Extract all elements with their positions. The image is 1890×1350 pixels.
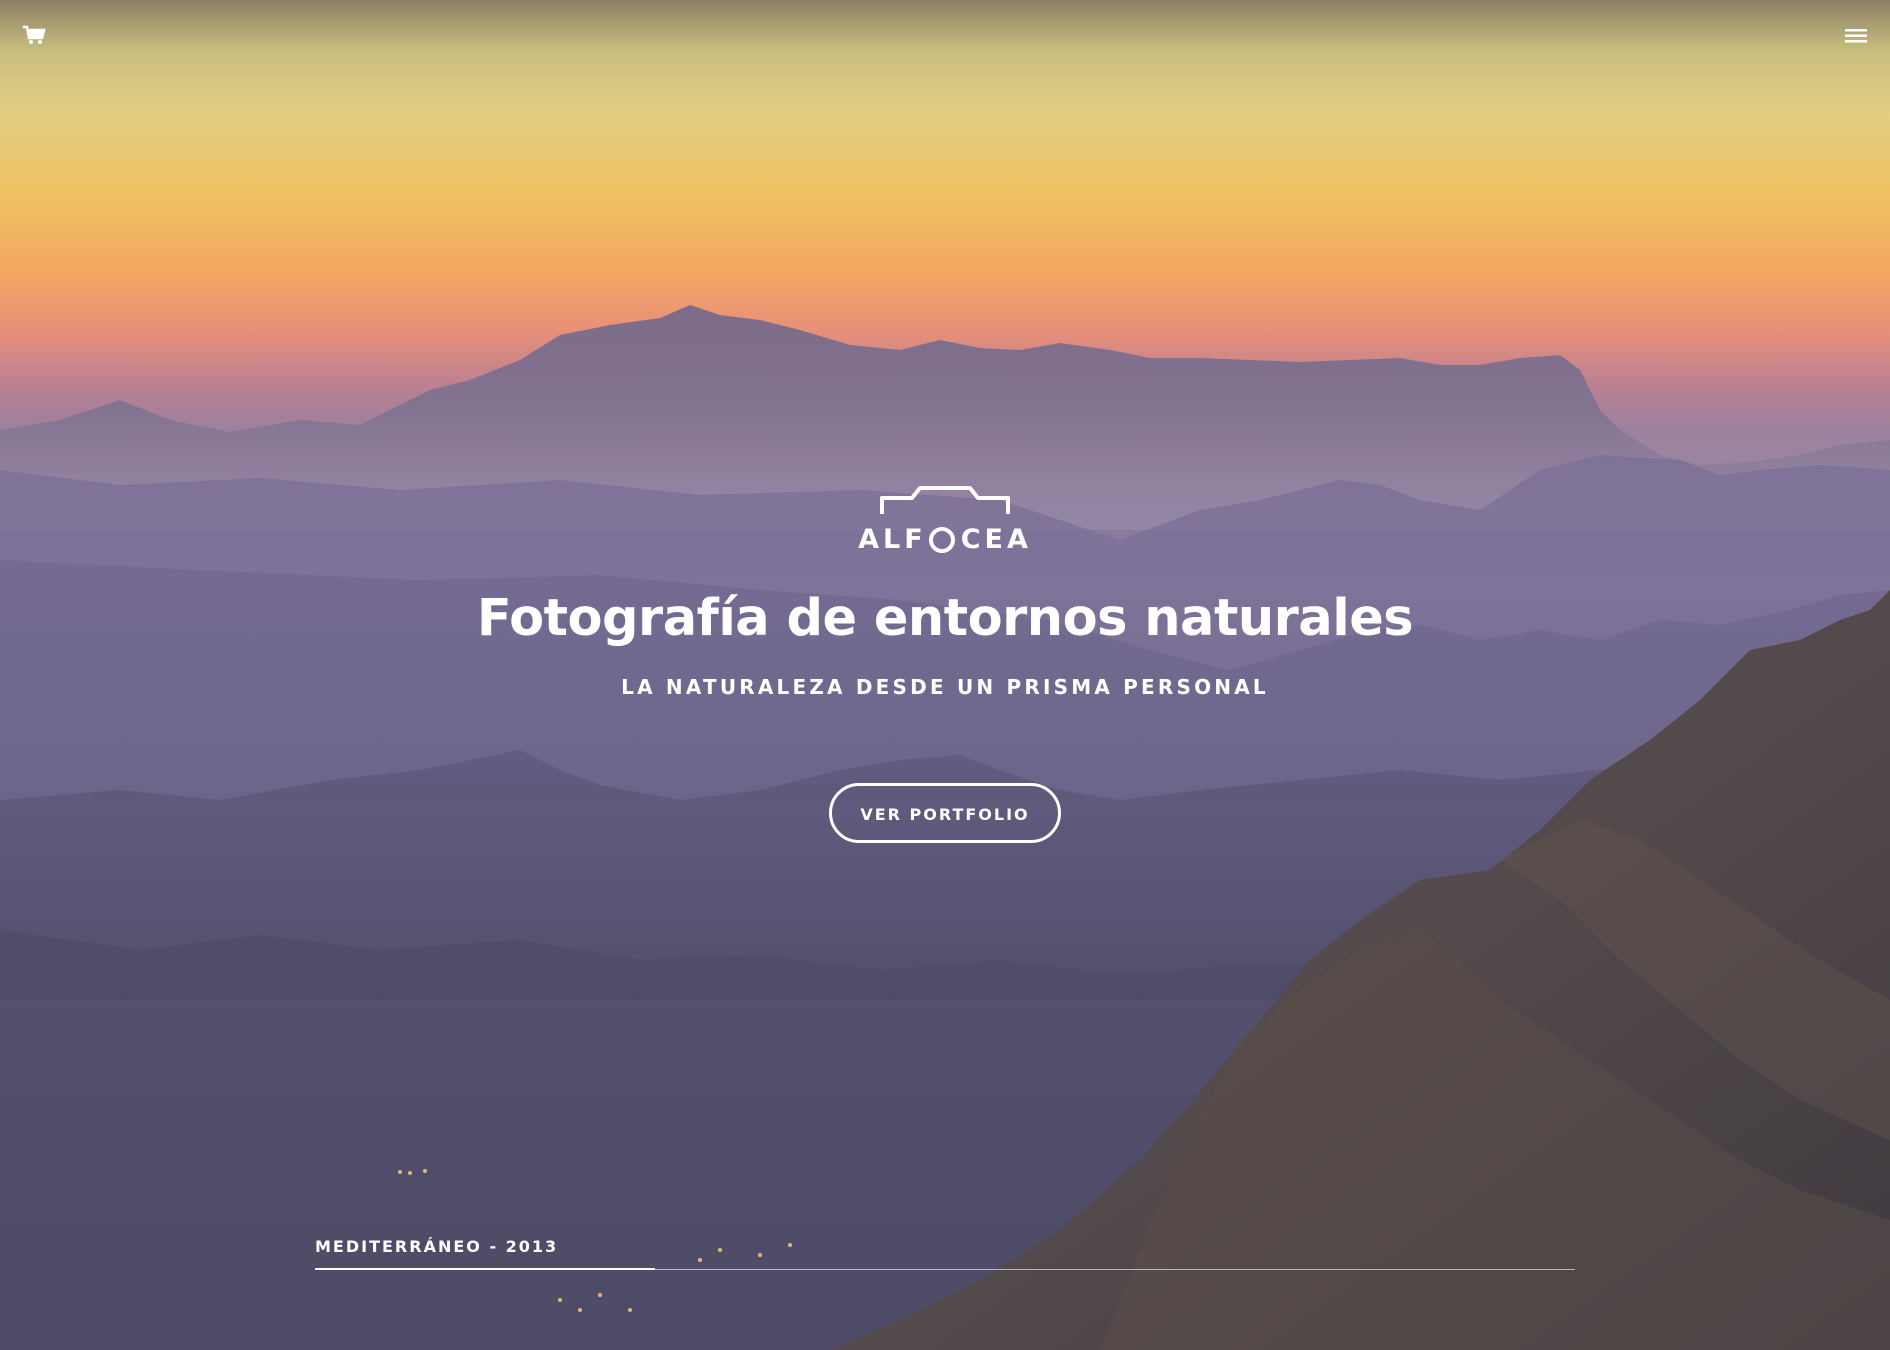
hero-section: ALF CEA Fotografía de entornos naturales…: [0, 0, 1890, 1350]
camera-lens-icon: [928, 526, 955, 553]
hamburger-menu-icon[interactable]: [1844, 26, 1868, 46]
slide-caption: MEDITERRÁNEO - 2013: [315, 1237, 559, 1256]
alfocea-logo[interactable]: ALF CEA: [850, 484, 1040, 564]
top-navigation-bar: [0, 0, 1890, 70]
logo-text-right: CEA: [960, 524, 1032, 555]
hero-content: ALF CEA Fotografía de entornos naturales…: [0, 484, 1890, 843]
hero-headline: Fotografía de entornos naturales: [476, 589, 1414, 648]
logo-wordmark: ALF CEA: [850, 524, 1040, 555]
hero-subheadline: LA NATURALEZA DESDE UN PRISMA PERSONAL: [621, 675, 1269, 699]
shopping-cart-icon[interactable]: [22, 24, 46, 46]
slide-progress-bar: [315, 1268, 655, 1270]
logo-text-left: ALF: [858, 524, 927, 555]
view-portfolio-button[interactable]: VER PORTFOLIO: [829, 783, 1061, 843]
